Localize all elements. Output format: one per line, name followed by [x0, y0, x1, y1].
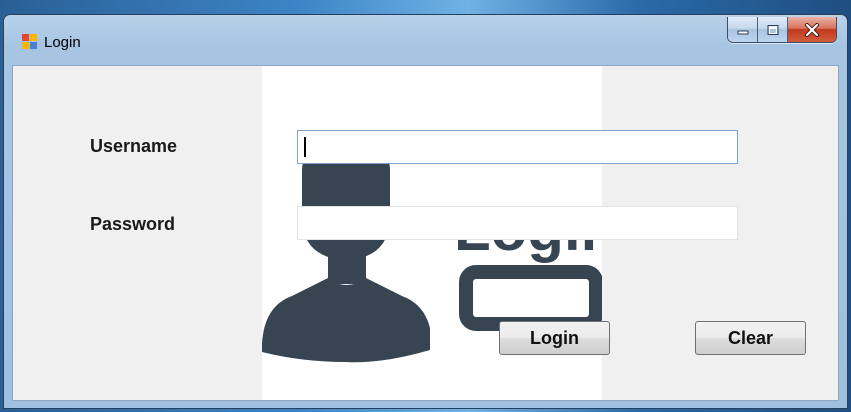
login-button[interactable]: Login [499, 321, 610, 355]
window-title: Login [44, 34, 81, 51]
maximize-button[interactable] [758, 17, 788, 42]
minimize-button[interactable] [728, 17, 758, 42]
username-label: Username [90, 136, 178, 156]
caption-buttons [727, 17, 837, 43]
minimize-icon [737, 30, 748, 34]
clear-button[interactable]: Clear [695, 321, 806, 355]
close-button[interactable] [788, 17, 836, 42]
person-neck [328, 254, 366, 284]
text-caret [304, 137, 306, 157]
person-shoulders [262, 278, 430, 363]
login-window: Login Username Password Login Clear [3, 14, 848, 409]
maximize-icon [767, 24, 778, 35]
username-input[interactable] [297, 130, 738, 164]
title-bar[interactable]: Login [4, 15, 847, 65]
close-icon [805, 22, 819, 37]
form-client-area: Login Username Password Login Clear [12, 65, 839, 401]
app-icon [22, 34, 38, 50]
password-label: Password [90, 214, 176, 234]
background-input-shape [459, 265, 603, 331]
password-input[interactable] [297, 206, 738, 240]
